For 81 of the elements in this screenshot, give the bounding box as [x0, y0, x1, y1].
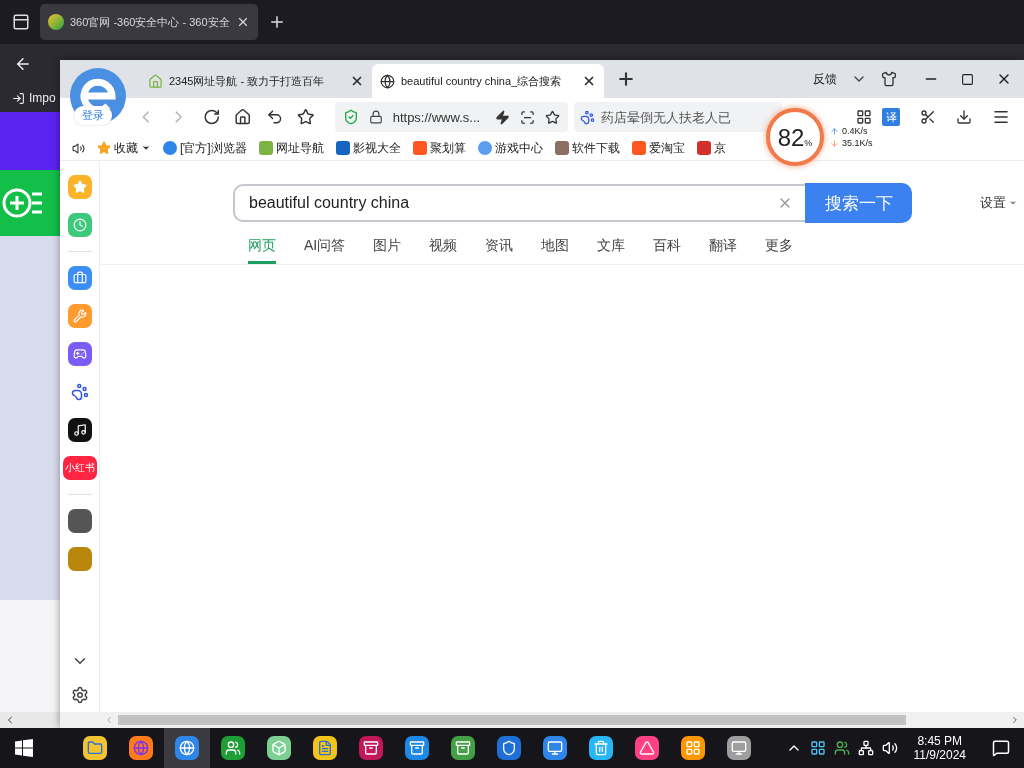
- bookmark-link[interactable]: 收藏: [97, 139, 151, 157]
- music-icon[interactable]: [67, 418, 92, 442]
- result-tab[interactable]: 百科: [653, 237, 682, 264]
- result-tab[interactable]: 视频: [429, 237, 458, 264]
- undo-icon[interactable]: [265, 108, 284, 126]
- upload-speed: 0.4K/s: [830, 126, 873, 136]
- bookmark-link[interactable]: 爱淘宝: [631, 139, 685, 157]
- star-icon[interactable]: [545, 109, 561, 125]
- volume-icon[interactable]: [881, 740, 898, 756]
- person-icon[interactable]: [833, 740, 850, 756]
- result-tab[interactable]: 更多: [765, 237, 794, 264]
- back-icon[interactable]: [14, 55, 32, 73]
- address-bar[interactable]: https://www.s...: [334, 102, 569, 132]
- result-tab[interactable]: 资讯: [485, 237, 514, 264]
- caret-icon[interactable]: [141, 143, 151, 153]
- result-tab[interactable]: 翻译: [709, 237, 738, 264]
- settings-icon[interactable]: [70, 686, 89, 704]
- bookmark-link[interactable]: 软件下载: [554, 139, 620, 157]
- settings-link[interactable]: 设置: [980, 194, 1018, 212]
- close-button[interactable]: [350, 74, 364, 88]
- windows-icon: [15, 739, 33, 757]
- new-tab-button[interactable]: [616, 69, 636, 89]
- tiles-icon[interactable]: [809, 740, 826, 756]
- result-tab[interactable]: 地图: [541, 237, 570, 264]
- briefcase-icon[interactable]: [67, 266, 92, 290]
- globe-icon: [380, 73, 395, 89]
- tabs-icon[interactable]: [12, 13, 30, 31]
- app-button[interactable]: 小红书: [62, 456, 97, 480]
- clock[interactable]: 8:45 PM 11/9/2024: [905, 734, 974, 762]
- bookmark-link[interactable]: 网址导航: [258, 139, 324, 157]
- maximize-icon[interactable]: [961, 72, 974, 86]
- network-icon[interactable]: [857, 740, 874, 756]
- search-button[interactable]: 搜索一下: [805, 183, 912, 223]
- feedback-button[interactable]: 反馈: [813, 70, 837, 88]
- shirt-icon[interactable]: [881, 71, 897, 87]
- browser-tab[interactable]: 2345网址导航 - 致力于打造百年: [140, 64, 372, 98]
- notification-icon[interactable]: [992, 739, 1010, 757]
- url-text: https://www.s...: [392, 109, 482, 125]
- import-icon: [12, 91, 25, 105]
- result-tab[interactable]: 文库: [597, 237, 626, 264]
- bookmark-link[interactable]: 游戏中心: [477, 139, 543, 157]
- close-button[interactable]: [582, 74, 596, 88]
- shield-icon: [342, 109, 359, 125]
- down-arrow-icon: [830, 138, 839, 148]
- page-banner: [0, 112, 60, 170]
- browser-tab[interactable]: 360官网 -360安全中心 - 360安全: [40, 4, 258, 40]
- result-tab[interactable]: 图片: [373, 237, 402, 264]
- result-tab[interactable]: AI问答: [304, 237, 346, 264]
- gamepad-icon[interactable]: [67, 342, 92, 366]
- tab-title: 360官网 -360安全中心 - 360安全: [70, 14, 230, 30]
- download-icon[interactable]: [956, 109, 973, 125]
- download-speed: 35.1K/s: [830, 138, 873, 148]
- star-icon: [97, 141, 111, 155]
- star-icon[interactable]: [67, 175, 92, 199]
- screenshot-icon[interactable]: [520, 109, 536, 125]
- login-button[interactable]: 登录: [74, 106, 112, 125]
- scrollbar-thumb[interactable]: [118, 715, 906, 725]
- grid-icon[interactable]: [856, 109, 873, 125]
- translate-button[interactable]: 译: [882, 108, 901, 126]
- scissors-icon[interactable]: [920, 109, 937, 125]
- home-icon[interactable]: [234, 108, 252, 126]
- favorites-icon[interactable]: [297, 108, 315, 126]
- scroll-right-icon[interactable]: [1010, 715, 1020, 725]
- search-field[interactable]: beautiful country china: [233, 184, 805, 222]
- bookmark-link[interactable]: 京: [696, 139, 726, 157]
- lightning-icon[interactable]: [495, 109, 511, 125]
- favicon-icon: [48, 14, 64, 30]
- reload-icon[interactable]: [202, 108, 221, 126]
- menu-icon[interactable]: [992, 108, 1011, 126]
- bookmark-link[interactable]: 影视大全: [335, 139, 401, 157]
- browser-tab[interactable]: beautiful country china_综合搜索: [372, 64, 604, 98]
- bookmark-link[interactable]: 聚划算: [412, 139, 466, 157]
- lock-icon: [368, 110, 383, 124]
- up-arrow-icon: [830, 126, 839, 136]
- hot-search-input[interactable]: 药店晕倒无人扶老人已: [601, 109, 752, 125]
- logo-icon: [2, 186, 42, 220]
- bookmark-link[interactable]: [官方]浏览器: [163, 139, 247, 157]
- bookmark-text[interactable]: Impo: [29, 91, 56, 105]
- paw-icon: [580, 109, 596, 125]
- result-tab[interactable]: 网页: [248, 237, 276, 264]
- speaker-icon[interactable]: [72, 141, 85, 155]
